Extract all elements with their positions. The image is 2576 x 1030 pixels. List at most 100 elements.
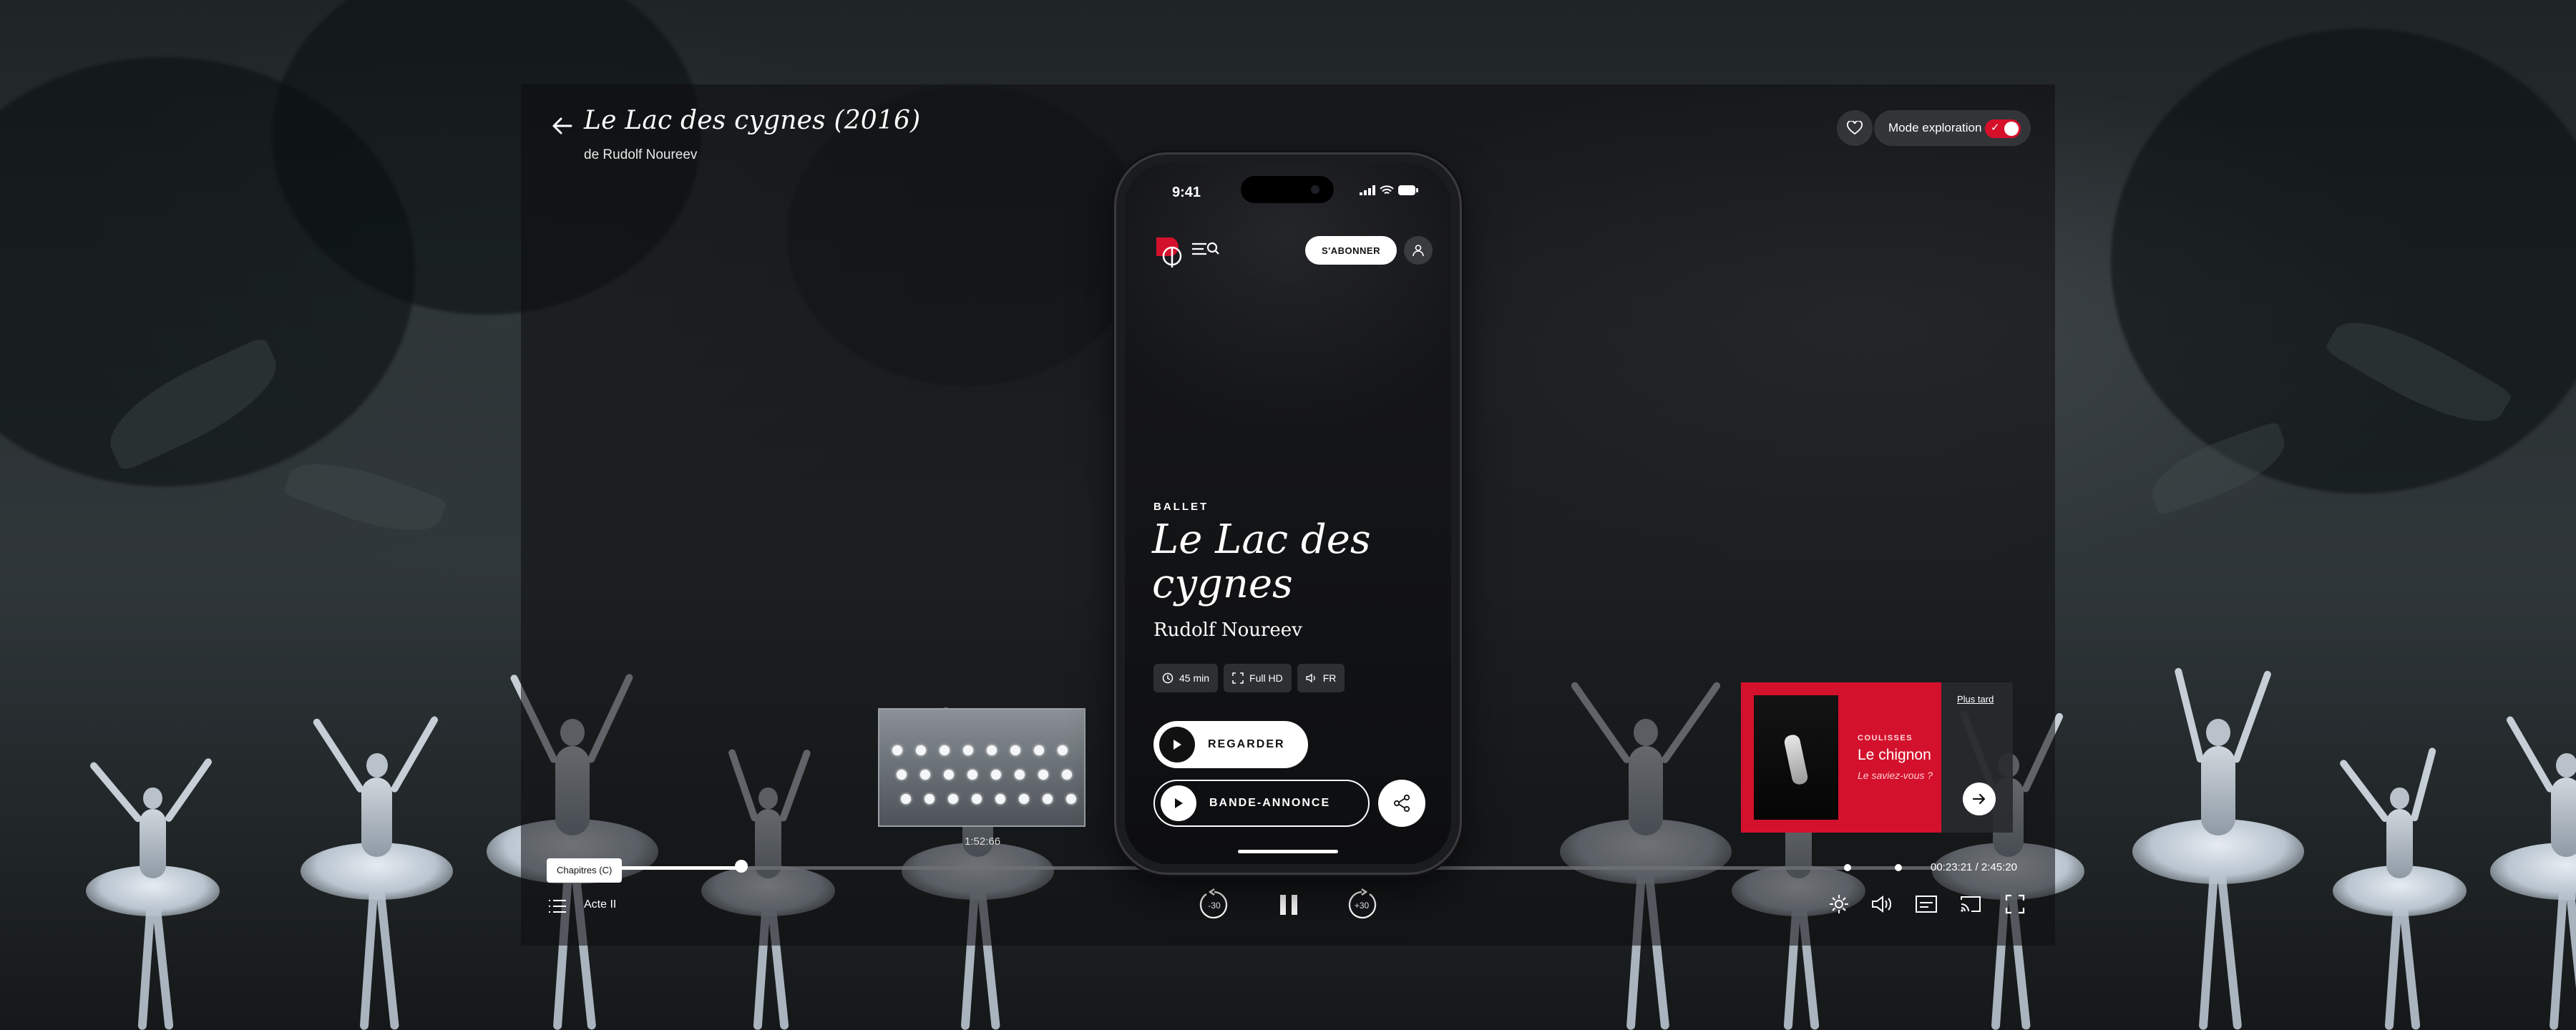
phone-title: Le Lac des cygnes: [1152, 516, 1371, 607]
back-button[interactable]: [547, 110, 578, 142]
duration-chip: 45 min: [1153, 664, 1219, 692]
arrow-left-icon: [552, 117, 572, 134]
home-indicator: [1238, 850, 1338, 853]
recommendation-card[interactable]: COULISSES Le chignon Le saviez-vous ?: [1741, 682, 1941, 833]
pause-button[interactable]: [1271, 887, 1307, 923]
preview-dancer: [1038, 770, 1048, 780]
chapter-marker[interactable]: [1844, 864, 1851, 871]
metadata-chips: 45 min Full HD FR: [1153, 664, 1345, 692]
dancer-figure: [2132, 624, 2304, 1030]
preview-dancer: [995, 794, 1005, 804]
time-readout: 00:23:21 / 2:45:20: [1931, 861, 2017, 873]
speaker-icon: [1306, 673, 1315, 683]
dynamic-island: [1241, 176, 1334, 203]
battery-icon: [1398, 185, 1418, 195]
preview-dancer: [924, 794, 935, 804]
cast-button[interactable]: [1958, 891, 1984, 917]
watch-button[interactable]: REGARDER: [1153, 721, 1308, 768]
recommendation-actions: Plus tard: [1941, 682, 2013, 833]
preview-dancer: [920, 770, 930, 780]
gear-icon: [1830, 895, 1848, 913]
share-icon: [1393, 794, 1410, 813]
toggle-knob: [2004, 122, 2019, 136]
rewind-30-button[interactable]: -30: [1196, 887, 1232, 923]
dancer-figure: [86, 714, 220, 1030]
subscribe-button[interactable]: S'ABONNER: [1305, 236, 1397, 265]
arrow-right-icon: [1972, 793, 1986, 805]
page-subtitle: de Rudolf Noureev: [584, 147, 698, 162]
next-button[interactable]: [1963, 783, 1996, 815]
genre-label: BALLET: [1153, 501, 1209, 513]
page-title: Le Lac des cygnes (2016): [584, 106, 921, 135]
quality-chip: Full HD: [1224, 664, 1292, 692]
account-button[interactable]: [1404, 236, 1433, 265]
brand-logo[interactable]: [1151, 235, 1184, 268]
share-button[interactable]: [1378, 780, 1425, 827]
settings-button[interactable]: [1826, 891, 1852, 917]
preview-dancer: [1034, 745, 1044, 755]
preview-dancer: [901, 794, 911, 804]
signal-icon: [1360, 185, 1375, 195]
preview-dancer: [1062, 770, 1072, 780]
check-icon: ✓: [1991, 122, 2000, 134]
progress-thumb[interactable]: [735, 860, 748, 873]
preview-dancer: [972, 794, 982, 804]
speaker-icon: [1872, 896, 1891, 913]
chapters-tooltip: Chapitres (C): [547, 858, 623, 883]
recommendation-title: Le chignon: [1858, 747, 1931, 763]
preview-dancer: [916, 745, 926, 755]
preview-dancer: [1010, 745, 1020, 755]
chapter-marker[interactable]: [1895, 864, 1902, 871]
preview-dancer: [987, 745, 997, 755]
status-time: 9:41: [1172, 185, 1201, 200]
quality-label: Full HD: [1249, 672, 1283, 684]
trailer-button[interactable]: BANDE-ANNONCE: [1153, 780, 1370, 827]
preview-dancer: [944, 770, 954, 780]
cast-icon: [1961, 896, 1981, 912]
exploration-mode-toggle[interactable]: Mode exploration ✓: [1874, 110, 2031, 146]
dancer-figure: [301, 670, 454, 1030]
phone-mockup: 9:41 S'ABONNER BALLET Le Lac des cygnes …: [1116, 154, 1460, 873]
status-icons: [1360, 185, 1418, 195]
forward-label: +30: [1355, 901, 1370, 911]
fullscreen-icon: [2005, 894, 2025, 914]
exploration-mode-label: Mode exploration: [1888, 121, 1982, 134]
preview-dancer: [940, 745, 950, 755]
preview-dancer: [948, 794, 958, 804]
chapters-button[interactable]: [547, 896, 568, 917]
preview-dancer: [892, 745, 902, 755]
preview-dancer: [897, 770, 907, 780]
rewind-icon: -30: [1199, 888, 1228, 919]
expand-icon: [1232, 672, 1244, 684]
wifi-icon: [1380, 185, 1394, 195]
preview-dancer: [1043, 794, 1053, 804]
later-link[interactable]: Plus tard: [1957, 694, 1994, 705]
subtitles-button[interactable]: [1913, 891, 1939, 917]
preview-dancer: [1058, 745, 1068, 755]
play-icon: [1161, 785, 1196, 821]
watch-label: REGARDER: [1208, 738, 1285, 750]
current-chapter: Acte II: [584, 898, 617, 911]
preview-time: 1:52:66: [965, 835, 1001, 848]
fullscreen-button[interactable]: [2002, 891, 2028, 917]
forward-icon: +30: [1348, 888, 1377, 919]
recommendation-subtitle: Le saviez-vous ?: [1858, 770, 1933, 781]
preview-dancer: [963, 745, 973, 755]
foliage: [2111, 29, 2576, 494]
preview-dancer: [967, 770, 977, 780]
user-icon: [1413, 245, 1424, 257]
preview-dancer: [1015, 770, 1025, 780]
heart-icon: [1847, 121, 1863, 135]
pause-icon: [1280, 895, 1297, 915]
toggle-switch[interactable]: ✓: [1985, 119, 2021, 138]
preview-dancer: [1019, 794, 1029, 804]
list-icon: [549, 900, 566, 913]
recommendation-thumbnail: [1754, 695, 1838, 820]
menu-search-icon: [1192, 242, 1219, 255]
forward-30-button[interactable]: +30: [1344, 887, 1380, 923]
favorite-button[interactable]: [1837, 110, 1873, 146]
phone-screen: 9:41 S'ABONNER BALLET Le Lac des cygnes …: [1125, 163, 1451, 864]
volume-button[interactable]: [1869, 891, 1895, 917]
menu-search-button[interactable]: [1192, 240, 1219, 261]
rewind-label: -30: [1208, 901, 1221, 911]
